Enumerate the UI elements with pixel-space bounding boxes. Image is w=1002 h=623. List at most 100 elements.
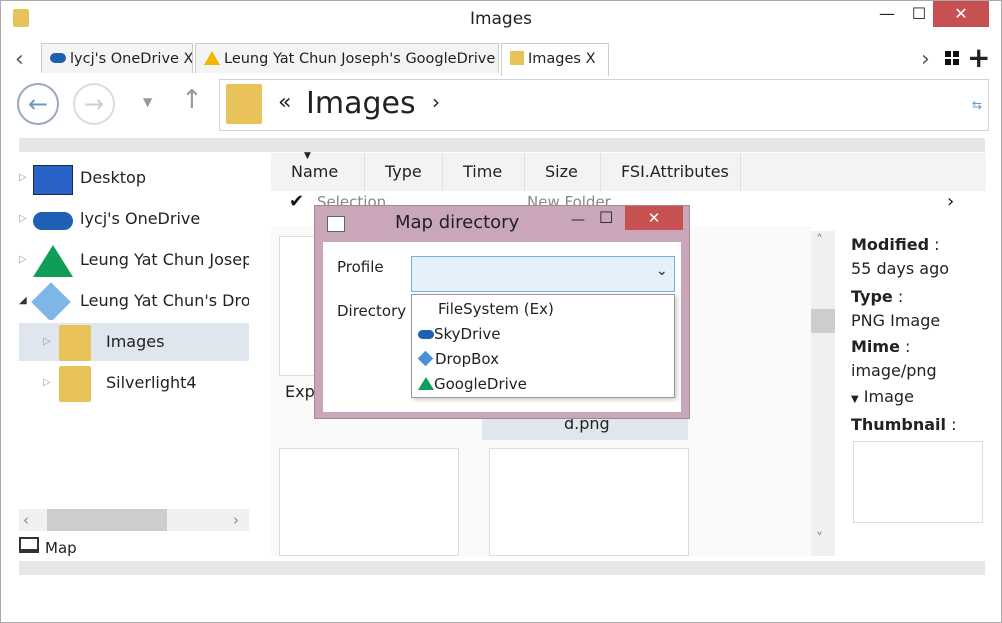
prop-value: PNG Image: [851, 311, 941, 330]
scroll-down-icon[interactable]: ˅: [816, 531, 823, 547]
toolbar-more-icon[interactable]: ›: [947, 191, 954, 212]
profile-dropdown-list: FileSystem (Ex) SkyDrive DropBox GoogleD…: [411, 294, 675, 398]
tree-item-onedrive[interactable]: ▷ lycj's OneDrive: [19, 200, 249, 238]
dropbox-icon: [417, 350, 434, 367]
column-attributes[interactable]: FSI.Attributes: [601, 153, 741, 191]
tab-onedrive[interactable]: lycj's OneDrive X: [41, 43, 193, 73]
explorer-window: Images — ☐ ✕ ‹ lycj's OneDrive X Leung Y…: [0, 0, 1002, 623]
prop-label: Type: [851, 287, 893, 306]
option-skydrive[interactable]: SkyDrive: [412, 322, 674, 347]
scroll-thumb[interactable]: [811, 309, 835, 333]
refresh-icon[interactable]: ⇆: [972, 98, 982, 112]
chevron-down-icon[interactable]: ▼: [143, 95, 152, 109]
scroll-left-icon[interactable]: ‹: [23, 511, 29, 529]
folder-icon: [510, 51, 524, 65]
breadcrumb-prefix[interactable]: «: [278, 90, 291, 115]
grid-view-icon[interactable]: [945, 51, 959, 65]
close-button[interactable]: ✕: [933, 1, 989, 27]
option-filesystem[interactable]: FileSystem (Ex): [412, 297, 674, 322]
up-arrow-icon[interactable]: ↑: [181, 85, 203, 115]
file-thumbnail[interactable]: [279, 236, 315, 376]
option-googledrive[interactable]: GoogleDrive: [412, 372, 674, 397]
horizontal-scrollbar[interactable]: [19, 138, 985, 152]
column-name[interactable]: Name: [271, 153, 365, 191]
googledrive-icon: [204, 51, 220, 65]
dropbox-icon: [31, 282, 71, 320]
folder-icon: [59, 325, 91, 361]
tree-item-desktop[interactable]: ▷ Desktop: [19, 159, 249, 197]
onedrive-icon: [50, 53, 66, 63]
tree-item-label: Leung Yat Chun's Drop: [80, 291, 249, 310]
add-tab-button[interactable]: +: [967, 41, 990, 74]
option-dropbox[interactable]: DropBox: [412, 347, 674, 372]
section-label: Image: [863, 387, 914, 406]
option-label: FileSystem (Ex): [438, 300, 554, 318]
checkmark-icon[interactable]: ✔: [289, 191, 304, 212]
tab-label: Leung Yat Chun Joseph's GoogleDrive X: [224, 51, 499, 67]
dialog-minimize-button[interactable]: —: [571, 212, 585, 228]
profile-dropdown[interactable]: ⌄: [411, 256, 675, 292]
googledrive-icon: [33, 245, 73, 277]
tab-label: Images X: [528, 51, 596, 67]
image-section-toggle[interactable]: ▼ Image: [851, 387, 914, 406]
dialog-body: Profile ⌄ Directory FileSystem (Ex) SkyD…: [323, 242, 681, 412]
collapse-icon: ▼: [851, 394, 859, 405]
scroll-thumb[interactable]: [47, 509, 167, 531]
dialog-close-button[interactable]: ✕: [625, 206, 683, 230]
tab-bar: ‹ lycj's OneDrive X Leung Yat Chun Josep…: [1, 41, 1001, 76]
folder-icon: [59, 366, 91, 402]
tree-item-silverlight4[interactable]: ▷ Silverlight4: [19, 364, 249, 402]
address-bar[interactable]: « Images › ⇆: [219, 79, 989, 131]
file-thumbnail[interactable]: [489, 448, 689, 556]
tree-horizontal-scrollbar[interactable]: ‹ ›: [19, 509, 249, 531]
breadcrumb-chevron[interactable]: ›: [432, 90, 440, 114]
folder-icon: [226, 84, 262, 124]
window-title: Images: [469, 9, 533, 29]
forward-button[interactable]: →: [73, 83, 115, 125]
scroll-right-icon[interactable]: ›: [233, 511, 239, 529]
option-label: GoogleDrive: [434, 375, 527, 393]
prop-value: 55 days ago: [851, 259, 950, 278]
dialog-maximize-button[interactable]: ☐: [599, 208, 613, 227]
tree-item-googledrive[interactable]: ▷ Leung Yat Chun Joseph: [19, 241, 249, 279]
desktop-icon: [33, 165, 73, 195]
profile-label: Profile: [337, 258, 384, 276]
column-size[interactable]: Size: [525, 153, 601, 191]
prop-label: Thumbnail: [851, 415, 946, 434]
prop-value: image/png: [851, 361, 937, 380]
title-bar: Images — ☐ ✕: [1, 1, 1001, 37]
properties-pane: Modified : 55 days ago Type : PNG Image …: [851, 235, 999, 555]
option-label: DropBox: [435, 350, 499, 368]
tree-item-label: Images: [106, 332, 165, 351]
tree-item-images[interactable]: ▷ Images: [19, 323, 249, 361]
onedrive-icon: [418, 330, 434, 339]
column-time[interactable]: Time: [443, 153, 525, 191]
column-type[interactable]: Type: [365, 153, 443, 191]
tree-item-dropbox[interactable]: ◢ Leung Yat Chun's Drop: [19, 282, 249, 320]
thumbnail-preview: [853, 441, 983, 523]
tree-item-label: lycj's OneDrive: [80, 209, 201, 228]
tab-scroll-right-button[interactable]: ›: [921, 47, 930, 72]
map-label: Map: [45, 539, 77, 557]
column-headers: ▼ Name Type Time Size FSI.Attributes: [271, 151, 986, 191]
prop-label: Mime: [851, 337, 900, 356]
map-button[interactable]: Map: [19, 537, 77, 559]
vertical-scrollbar[interactable]: ˄ ˅: [811, 231, 835, 556]
back-button[interactable]: ←: [17, 83, 59, 125]
tab-googledrive[interactable]: Leung Yat Chun Joseph's GoogleDrive X: [195, 43, 499, 73]
file-thumbnail[interactable]: [279, 448, 459, 556]
bottom-scrollbar[interactable]: [19, 561, 985, 575]
breadcrumb-current[interactable]: Images: [306, 86, 416, 121]
option-label: SkyDrive: [434, 325, 501, 343]
directory-label: Directory: [337, 302, 407, 320]
tree-item-label: Silverlight4: [106, 373, 197, 392]
network-drive-icon: [19, 537, 39, 553]
folder-tree: ▷ Desktop ▷ lycj's OneDrive ▷ Leung Yat …: [19, 157, 251, 537]
chevron-down-icon: ⌄: [656, 263, 668, 279]
tab-scroll-left-button[interactable]: ‹: [15, 47, 24, 72]
scroll-up-icon[interactable]: ˄: [816, 233, 823, 249]
tab-images[interactable]: Images X: [501, 43, 609, 76]
tree-item-label: Desktop: [80, 168, 146, 187]
tab-label: lycj's OneDrive X: [70, 51, 193, 67]
prop-label: Modified: [851, 235, 930, 254]
